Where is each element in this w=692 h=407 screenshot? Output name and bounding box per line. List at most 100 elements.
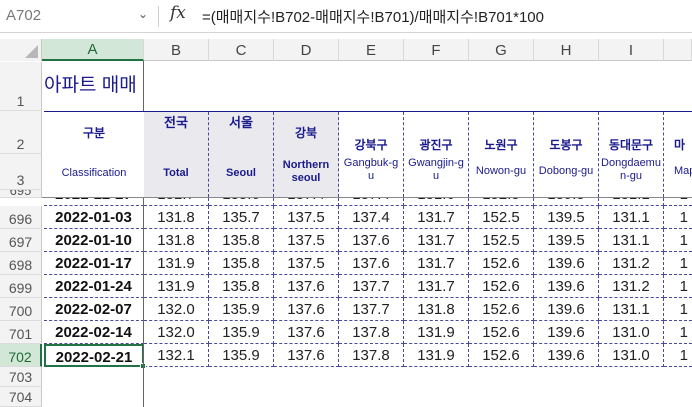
- cell-value[interactable]: 137.8: [339, 321, 404, 344]
- cell-value[interactable]: 152.6: [469, 252, 534, 275]
- cell-value[interactable]: 152.6: [469, 321, 534, 344]
- cell-value[interactable]: 137.6: [274, 344, 339, 367]
- row-header-702[interactable]: 702: [0, 344, 42, 367]
- cell-date[interactable]: 2022-01-03: [44, 206, 144, 229]
- header-nowon[interactable]: 노원구 Nowon-gu: [469, 112, 534, 197]
- cell-value[interactable]: 1: [664, 298, 692, 321]
- row-header-699[interactable]: 699: [0, 275, 42, 298]
- cell-value[interactable]: 131.9: [404, 344, 469, 367]
- cell-value[interactable]: 131.1: [599, 206, 664, 229]
- column-header-c[interactable]: C: [209, 39, 274, 61]
- cell-value[interactable]: 137.6: [274, 321, 339, 344]
- cell-value[interactable]: 131.7: [404, 206, 469, 229]
- cell-value[interactable]: 137.8: [339, 344, 404, 367]
- cell-value[interactable]: 152.5: [469, 229, 534, 252]
- cell-value[interactable]: 139.6: [534, 298, 599, 321]
- cell-value[interactable]: 131.7: [404, 252, 469, 275]
- row-header-700[interactable]: 700: [0, 298, 42, 321]
- sheet-title[interactable]: 아파트 매매: [44, 70, 144, 97]
- cell-value[interactable]: 137.6: [274, 275, 339, 298]
- cell-value[interactable]: 152.6: [469, 298, 534, 321]
- header-dongdaemun[interactable]: 동대문구 Dongdaemun-gu: [599, 112, 664, 197]
- cell-value[interactable]: 132.1: [144, 344, 209, 367]
- cell-value[interactable]: 1: [664, 206, 692, 229]
- cell-value[interactable]: 152.6: [469, 275, 534, 298]
- row-header-704[interactable]: 704: [0, 387, 42, 407]
- cell-value[interactable]: 1: [664, 275, 692, 298]
- cell-value[interactable]: 137.4: [339, 206, 404, 229]
- function-icon[interactable]: fx: [170, 3, 186, 23]
- cell-value[interactable]: 152.5: [469, 206, 534, 229]
- header-classification[interactable]: 구분 Classification: [44, 112, 144, 197]
- cell-value[interactable]: 139.5: [534, 229, 599, 252]
- chevron-down-icon[interactable]: ⌄: [138, 7, 148, 21]
- cell-value[interactable]: 1: [664, 252, 692, 275]
- cell-value[interactable]: 131.1: [599, 298, 664, 321]
- cell-value[interactable]: 135.9: [209, 344, 274, 367]
- row-header-2[interactable]: 2: [0, 111, 42, 154]
- cell-value[interactable]: 131.1: [599, 229, 664, 252]
- cell-value[interactable]: 135.9: [209, 321, 274, 344]
- cell-value[interactable]: 131.9: [404, 321, 469, 344]
- header-gwangjin[interactable]: 광진구 Gwangjin-gu: [404, 112, 469, 197]
- select-all-icon[interactable]: [25, 45, 38, 58]
- header-northern-seoul[interactable]: 강북 Northern seoul: [274, 112, 339, 197]
- row-header-697[interactable]: 697: [0, 229, 42, 252]
- cell-value[interactable]: 137.7: [339, 275, 404, 298]
- cell-value[interactable]: 132.0: [144, 298, 209, 321]
- cell-value[interactable]: 135.8: [209, 275, 274, 298]
- formula-input[interactable]: =(매매지수!B702-매매지수!B701)/매매지수!B701*100: [202, 6, 544, 27]
- cell-value[interactable]: 131.8: [404, 298, 469, 321]
- column-header-f[interactable]: F: [404, 39, 469, 61]
- cell-value[interactable]: 131.8: [144, 206, 209, 229]
- cell-value[interactable]: 137.5: [274, 206, 339, 229]
- row-header-703[interactable]: 703: [0, 367, 42, 387]
- cell-value[interactable]: 139.6: [534, 321, 599, 344]
- header-seoul[interactable]: 서울 Seoul: [209, 112, 274, 197]
- name-box-value[interactable]: A702: [6, 7, 41, 24]
- cell-value[interactable]: 131.2: [599, 252, 664, 275]
- cell-value[interactable]: 137.6: [339, 229, 404, 252]
- cell-date[interactable]: 2022-01-10: [44, 229, 144, 252]
- row-header-1[interactable]: 1: [0, 62, 42, 111]
- column-header-h[interactable]: H: [534, 39, 599, 61]
- cell-value[interactable]: 131.7: [404, 229, 469, 252]
- cell-value[interactable]: 135.7: [209, 206, 274, 229]
- cell-value[interactable]: 1: [664, 344, 692, 367]
- cell-value[interactable]: 137.5: [274, 252, 339, 275]
- name-box[interactable]: A702 ⌄: [0, 3, 156, 30]
- cell-value[interactable]: 139.6: [534, 344, 599, 367]
- header-gangbuk[interactable]: 강북구 Gangbuk-gu: [339, 112, 404, 197]
- cell-value[interactable]: 131.9: [144, 275, 209, 298]
- cell-value[interactable]: 137.6: [274, 298, 339, 321]
- select-all-corner[interactable]: [0, 39, 42, 61]
- cell-value[interactable]: 132.0: [144, 321, 209, 344]
- column-header-d[interactable]: D: [274, 39, 339, 61]
- header-dobong[interactable]: 도봉구 Dobong-gu: [534, 112, 599, 197]
- cell-value[interactable]: 137.6: [339, 252, 404, 275]
- cell-value[interactable]: 139.6: [534, 252, 599, 275]
- row-header-696[interactable]: 696: [0, 206, 42, 229]
- row-header-3[interactable]: 3: [0, 154, 42, 190]
- selected-cell-date[interactable]: 2022-02-21: [44, 344, 144, 367]
- cell-value[interactable]: 152.6: [469, 344, 534, 367]
- cell-date[interactable]: 2022-01-24: [44, 275, 144, 298]
- cell-value[interactable]: 139.6: [534, 275, 599, 298]
- cell-value[interactable]: 135.8: [209, 252, 274, 275]
- column-header-i[interactable]: I: [599, 39, 664, 61]
- header-mapo[interactable]: 마 Map: [664, 112, 692, 197]
- cell-date[interactable]: 2022-01-17: [44, 252, 144, 275]
- column-header-a[interactable]: A: [42, 39, 144, 61]
- row-header-698[interactable]: 698: [0, 252, 42, 275]
- cell-value[interactable]: 1: [664, 321, 692, 344]
- cell-value[interactable]: 131.8: [144, 229, 209, 252]
- cell-value[interactable]: 135.9: [209, 298, 274, 321]
- row-header-695[interactable]: 695: [0, 190, 42, 198]
- cell-value[interactable]: 131.0: [599, 321, 664, 344]
- column-header-e[interactable]: E: [339, 39, 404, 61]
- column-header-j[interactable]: [664, 39, 692, 61]
- cell-value[interactable]: 131.2: [599, 275, 664, 298]
- row-header-701[interactable]: 701: [0, 321, 42, 344]
- cell-value[interactable]: 137.5: [274, 229, 339, 252]
- cell-value[interactable]: 131.9: [144, 252, 209, 275]
